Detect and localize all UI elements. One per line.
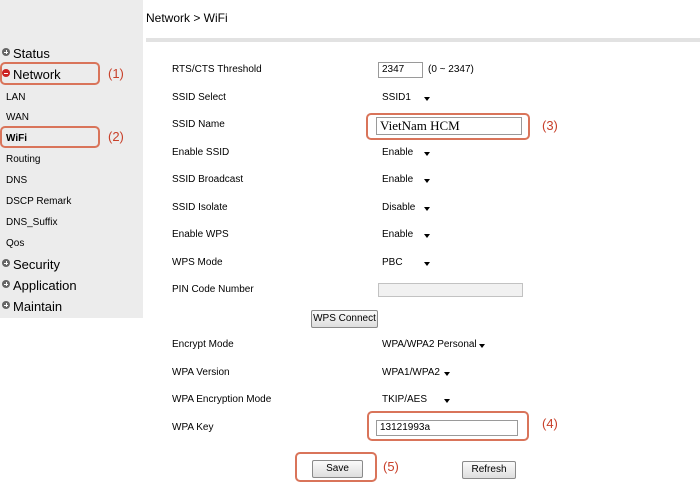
ssid-isolate-label: SSID Isolate	[172, 202, 228, 213]
rts-label: RTS/CTS Threshold	[172, 64, 262, 75]
expand-plus-icon	[2, 301, 10, 309]
rts-threshold-input[interactable]: 2347	[378, 62, 423, 78]
sidebar-item-qos[interactable]: Qos	[6, 236, 24, 252]
ssid-name-label: SSID Name	[172, 119, 225, 130]
dropdown-arrow-icon	[479, 344, 485, 348]
wpa-encryption-mode-dropdown[interactable]: TKIP/AES	[378, 392, 454, 408]
sidebar-item-dns[interactable]: DNS	[6, 173, 27, 189]
wpa-encryption-mode-label: WPA Encryption Mode	[172, 394, 272, 405]
highlight-wpa-key	[367, 411, 529, 441]
expand-plus-icon	[2, 280, 10, 288]
highlight-wifi	[0, 126, 100, 148]
ssid-broadcast-dropdown[interactable]: Enable	[378, 172, 434, 188]
dropdown-arrow-icon	[424, 179, 430, 183]
pin-code-label: PIN Code Number	[172, 284, 254, 295]
dropdown-arrow-icon	[424, 152, 430, 156]
sidebar-item-wan[interactable]: WAN	[6, 110, 29, 126]
wpa-key-label: WPA Key	[172, 422, 214, 433]
dropdown-arrow-icon	[424, 207, 430, 211]
refresh-button[interactable]: Refresh	[462, 461, 516, 479]
dropdown-arrow-icon	[424, 234, 430, 238]
ssid-select-label: SSID Select	[172, 92, 226, 103]
rts-range-hint: (0 ~ 2347)	[428, 64, 474, 75]
dropdown-arrow-icon	[424, 97, 430, 101]
pin-code-input[interactable]	[378, 283, 523, 297]
dropdown-arrow-icon	[444, 399, 450, 403]
step-label-4: (4)	[542, 416, 558, 431]
wps-connect-button[interactable]: WPS Connect	[311, 310, 378, 328]
wps-mode-label: WPS Mode	[172, 257, 223, 268]
encrypt-mode-dropdown[interactable]: WPA/WPA2 Personal	[378, 337, 489, 353]
enable-ssid-dropdown[interactable]: Enable	[378, 145, 434, 161]
highlight-ssid-name	[366, 113, 530, 140]
enable-wps-label: Enable WPS	[172, 229, 229, 240]
step-label-1: (1)	[108, 66, 124, 81]
breadcrumb: Network > WiFi	[146, 11, 228, 25]
header-divider	[146, 38, 700, 42]
enable-wps-dropdown[interactable]: Enable	[378, 227, 434, 243]
sidebar-group-security[interactable]: Security	[2, 255, 60, 275]
wpa-version-dropdown[interactable]: WPA1/WPA2	[378, 365, 454, 381]
wps-mode-dropdown[interactable]: PBC	[378, 255, 434, 271]
highlight-save	[295, 452, 377, 482]
sidebar-item-routing[interactable]: Routing	[6, 152, 40, 168]
ssid-isolate-dropdown[interactable]: Disable	[378, 200, 434, 216]
dropdown-arrow-icon	[424, 262, 430, 266]
sidebar-group-status[interactable]: Status	[2, 44, 50, 64]
step-label-3: (3)	[542, 118, 558, 133]
enable-ssid-label: Enable SSID	[172, 147, 230, 158]
ssid-select-dropdown[interactable]: SSID1	[378, 90, 434, 106]
step-label-5: (5)	[383, 459, 399, 474]
encrypt-mode-label: Encrypt Mode	[172, 339, 234, 350]
expand-plus-icon	[2, 259, 10, 267]
expand-plus-icon	[2, 48, 10, 56]
sidebar-item-lan[interactable]: LAN	[6, 90, 25, 106]
sidebar-group-maintain[interactable]: Maintain	[2, 297, 62, 317]
sidebar-item-dns-suffix[interactable]: DNS_Suffix	[6, 215, 58, 231]
highlight-network	[0, 62, 100, 85]
step-label-2: (2)	[108, 129, 124, 144]
dropdown-arrow-icon	[444, 372, 450, 376]
wpa-version-label: WPA Version	[172, 367, 230, 378]
ssid-broadcast-label: SSID Broadcast	[172, 174, 244, 185]
sidebar-item-dscp-remark[interactable]: DSCP Remark	[6, 194, 71, 210]
sidebar-group-application[interactable]: Application	[2, 276, 77, 296]
